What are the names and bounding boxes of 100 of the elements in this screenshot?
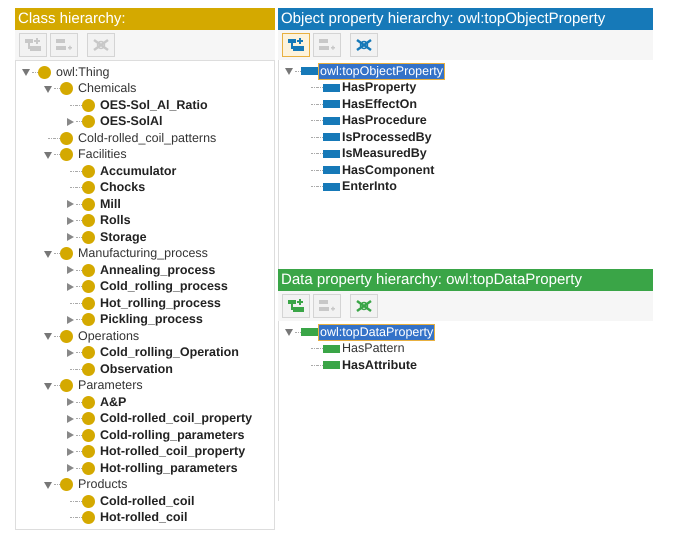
class-icon xyxy=(82,511,95,524)
class-icon xyxy=(60,148,73,162)
class-icon xyxy=(82,181,95,194)
panel-title: Class hierarchy: xyxy=(15,8,275,30)
tree-item[interactable]: Rolls xyxy=(99,213,132,228)
class-icon xyxy=(82,462,95,475)
toolbar-button[interactable] xyxy=(282,33,310,57)
tree-item[interactable]: HasProperty xyxy=(341,80,418,96)
tree-item[interactable]: IsMeasuredBy xyxy=(341,146,428,162)
delete-icon xyxy=(355,38,373,52)
expanded-arrow-icon[interactable] xyxy=(44,150,52,159)
collapsed-arrow-icon[interactable] xyxy=(66,200,74,208)
property-icon xyxy=(323,182,340,191)
expanded-arrow-icon[interactable] xyxy=(44,480,52,489)
property-icon xyxy=(323,133,340,142)
class-icon xyxy=(82,396,95,409)
expanded-arrow-icon[interactable] xyxy=(22,68,30,76)
toolbar-button[interactable] xyxy=(282,294,310,318)
tree-item[interactable]: Cold_rolling_Operation xyxy=(99,345,240,360)
tree-item[interactable]: HasAttribute xyxy=(341,358,418,373)
tree-item[interactable]: Storage xyxy=(99,230,148,245)
tree-item[interactable]: HasProcedure xyxy=(341,113,428,128)
toolbar-button[interactable] xyxy=(350,294,378,318)
tree-item[interactable]: Hot-rolled_coil_property xyxy=(99,444,246,460)
add-subproperty-icon xyxy=(287,38,305,52)
expanded-arrow-icon[interactable] xyxy=(44,84,52,93)
tree-item[interactable]: Observation xyxy=(99,362,174,377)
class-icon xyxy=(82,98,95,112)
toolbar-button[interactable] xyxy=(350,33,378,57)
class-icon xyxy=(60,247,73,260)
tree-item[interactable]: Accumulator xyxy=(99,164,178,179)
collapsed-arrow-icon[interactable] xyxy=(66,431,74,440)
add-sibling-icon xyxy=(318,299,336,313)
tree-item[interactable]: owl:Thing xyxy=(55,64,110,80)
tree-item[interactable]: Mill xyxy=(99,196,122,212)
tree-item[interactable]: owl:topDataProperty xyxy=(319,324,434,340)
tree-item[interactable]: Operations xyxy=(77,328,140,344)
tree-item[interactable]: Parameters xyxy=(77,378,144,394)
tree-item[interactable]: IsProcessedBy xyxy=(341,130,433,145)
tree-item[interactable]: Pickling_process xyxy=(99,312,204,328)
tree-item[interactable]: HasComponent xyxy=(341,162,436,178)
expanded-arrow-icon[interactable] xyxy=(285,67,293,76)
tree-item[interactable]: OES-Sol_Al_Ratio xyxy=(99,98,209,113)
property-icon xyxy=(301,328,318,336)
tree-item[interactable]: A&P xyxy=(99,394,128,410)
tree-item[interactable]: Chocks xyxy=(99,180,146,196)
tree-item[interactable]: Products xyxy=(77,477,128,492)
collapsed-arrow-icon[interactable] xyxy=(66,398,74,406)
expanded-arrow-icon[interactable] xyxy=(44,332,52,340)
collapsed-arrow-icon[interactable] xyxy=(66,118,74,126)
tree-item[interactable]: EnterInto xyxy=(341,179,398,194)
tree-item[interactable]: Chemicals xyxy=(77,81,138,96)
panel-title: Object property hierarchy: owl:topObjectProperty xyxy=(278,8,653,30)
add-subproperty-icon xyxy=(287,299,305,313)
tree-item[interactable]: HasEffectOn xyxy=(341,96,418,112)
property-icon xyxy=(323,166,340,174)
tree-item[interactable]: Cold_rolling_process xyxy=(99,279,229,294)
expanded-arrow-icon[interactable] xyxy=(44,382,52,390)
property-icon xyxy=(323,344,340,353)
tree-item[interactable]: Cold-rolling_parameters xyxy=(99,428,246,443)
tree-item[interactable]: OES-SolAl xyxy=(99,114,164,130)
collapsed-arrow-icon[interactable] xyxy=(66,216,74,225)
class-icon xyxy=(82,115,95,128)
class-icon xyxy=(82,230,95,244)
class-icon xyxy=(38,66,51,79)
collapsed-arrow-icon[interactable] xyxy=(66,414,74,423)
collapsed-arrow-icon[interactable] xyxy=(66,464,74,472)
class-icon xyxy=(82,214,95,228)
delete-icon xyxy=(355,299,373,313)
tree-item[interactable]: Hot-rolled_coil xyxy=(99,510,189,526)
collapsed-arrow-icon[interactable] xyxy=(66,316,74,324)
collapsed-arrow-icon[interactable] xyxy=(66,348,74,357)
property-icon xyxy=(301,67,318,76)
property-icon xyxy=(323,100,340,108)
class-icon xyxy=(82,445,95,458)
tree-item[interactable]: Facilities xyxy=(77,147,128,162)
tree-item[interactable]: HasPattern xyxy=(341,341,406,356)
collapsed-arrow-icon[interactable] xyxy=(66,448,74,456)
collapsed-arrow-icon[interactable] xyxy=(66,266,74,274)
class-icon xyxy=(82,362,95,376)
tree-item[interactable]: Hot-rolling_parameters xyxy=(99,460,239,476)
property-icon xyxy=(323,150,340,158)
tree-item[interactable]: Cold-rolled_coil xyxy=(99,494,196,509)
expanded-arrow-icon[interactable] xyxy=(285,328,293,336)
class-icon xyxy=(82,313,95,326)
class-icon xyxy=(82,412,95,426)
expanded-arrow-icon[interactable] xyxy=(44,250,52,258)
tree-item[interactable]: Annealing_process xyxy=(99,262,216,278)
class-icon xyxy=(82,280,95,294)
tree-item[interactable]: Cold-rolled_coil_property xyxy=(99,411,254,426)
class-icon xyxy=(60,379,73,392)
property-icon xyxy=(323,84,340,92)
tree-item[interactable]: owl:topObjectProperty xyxy=(319,64,444,79)
tree-item[interactable]: Cold-rolled_coil_patterns xyxy=(77,130,218,146)
class-icon xyxy=(82,296,95,310)
tree-item[interactable]: Manufacturing_process xyxy=(77,246,209,262)
collapsed-arrow-icon[interactable] xyxy=(66,233,74,242)
tree-item[interactable]: Hot_rolling_process xyxy=(99,296,222,311)
collapsed-arrow-icon[interactable] xyxy=(66,282,74,291)
class-icon xyxy=(60,478,73,492)
